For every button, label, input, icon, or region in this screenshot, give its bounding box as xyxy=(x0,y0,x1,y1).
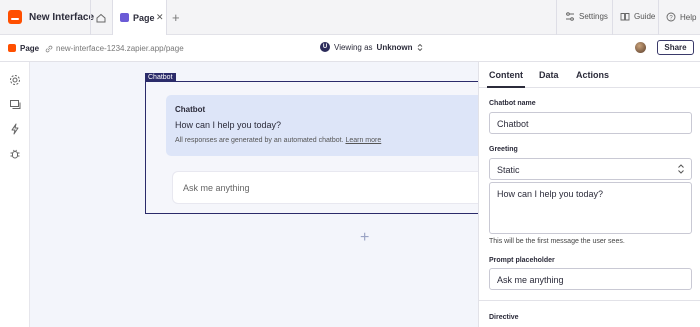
prompt-placeholder-field[interactable]: Ask me anything xyxy=(489,268,692,290)
panel-tabs: Content Data Actions xyxy=(479,62,700,88)
tab-data[interactable]: Data xyxy=(539,70,559,80)
help-icon: ? xyxy=(666,12,676,22)
book-icon xyxy=(620,13,630,21)
divider xyxy=(556,0,557,35)
pages-icon[interactable] xyxy=(8,97,21,110)
home-icon xyxy=(96,13,106,22)
directive-label: Directive xyxy=(489,314,519,321)
bubble-note: All responses are generated by an automa… xyxy=(175,137,381,144)
prompt-placeholder-value: Ask me anything xyxy=(497,275,564,285)
viewing-as-selector[interactable]: U Viewing as Unknown xyxy=(320,42,423,52)
divider xyxy=(479,300,700,301)
add-block-button[interactable]: + xyxy=(360,229,369,247)
viewing-role: Unknown xyxy=(376,42,413,52)
help-label: Help xyxy=(680,12,697,22)
app-title: New Interface xyxy=(29,12,95,23)
home-button[interactable] xyxy=(91,0,111,35)
bolt-icon[interactable] xyxy=(8,122,21,135)
zapier-logo-icon[interactable] xyxy=(8,10,22,24)
chat-input[interactable]: Ask me anything xyxy=(173,172,486,203)
chatbot-name-label: Chatbot name xyxy=(489,100,536,107)
editor-canvas[interactable]: Chatbot Chatbot How can I help you today… xyxy=(30,62,486,327)
tab-page[interactable]: Page ✕ xyxy=(112,0,167,36)
tab-label: Page xyxy=(133,13,155,23)
help-button[interactable]: ? Help xyxy=(666,12,696,22)
chatbot-name-value: Chatbot xyxy=(497,119,529,129)
user-badge: U xyxy=(320,42,330,52)
page-name[interactable]: Page xyxy=(20,44,39,53)
learn-more-link[interactable]: Learn more xyxy=(345,137,381,144)
chevron-up-down-icon xyxy=(417,43,422,51)
page-url-link[interactable]: new-interface-1234.zapier.app/page xyxy=(45,44,184,53)
divider xyxy=(612,0,613,35)
chatbot-block[interactable]: Chatbot How can I help you today? All re… xyxy=(145,81,486,214)
greeting-helper-text: This will be the first message the user … xyxy=(489,238,625,245)
chatbot-name-field[interactable]: Chatbot xyxy=(489,112,692,134)
close-icon[interactable]: ✕ xyxy=(156,12,164,23)
guide-button[interactable]: Guide xyxy=(620,12,655,21)
chat-bubble: Chatbot How can I help you today? All re… xyxy=(166,95,486,156)
sliders-icon xyxy=(566,12,574,21)
avatar[interactable] xyxy=(635,42,646,53)
chat-input-placeholder: Ask me anything xyxy=(183,183,250,193)
greeting-type-value: Static xyxy=(497,165,520,175)
left-rail xyxy=(0,62,30,327)
greeting-label: Greeting xyxy=(489,146,518,153)
chevron-up-down-icon xyxy=(678,164,684,174)
note-text: All responses are generated by an automa… xyxy=(175,137,344,144)
page-icon xyxy=(8,44,16,52)
prompt-placeholder-label: Prompt placeholder xyxy=(489,257,555,264)
page-tab-icon xyxy=(120,13,129,22)
gear-icon[interactable] xyxy=(8,73,21,86)
bubble-title: Chatbot xyxy=(175,105,206,114)
tab-content[interactable]: Content xyxy=(487,70,525,88)
tab-actions[interactable]: Actions xyxy=(576,70,609,80)
settings-label: Settings xyxy=(579,12,608,21)
bug-icon[interactable] xyxy=(8,147,21,160)
add-tab-button[interactable]: + xyxy=(172,10,180,25)
settings-button[interactable]: Settings xyxy=(565,12,608,21)
greeting-type-select[interactable]: Static xyxy=(489,158,692,180)
greeting-textarea[interactable]: How can I help you today? xyxy=(489,182,692,234)
bubble-greeting: How can I help you today? xyxy=(175,120,282,130)
link-icon xyxy=(45,45,53,52)
top-bar: New Interface Page ✕ + Settings Guide ? … xyxy=(0,0,700,36)
guide-label: Guide xyxy=(634,12,656,21)
viewing-prefix: Viewing as xyxy=(334,42,373,52)
properties-panel: Content Data Actions Chatbot name Chatbo… xyxy=(478,62,700,327)
share-button[interactable]: Share xyxy=(657,40,694,55)
divider xyxy=(658,0,659,35)
page-url-text: new-interface-1234.zapier.app/page xyxy=(56,44,184,53)
greeting-text-value: How can I help you today? xyxy=(497,189,604,199)
page-bar: Page new-interface-1234.zapier.app/page … xyxy=(0,35,700,62)
